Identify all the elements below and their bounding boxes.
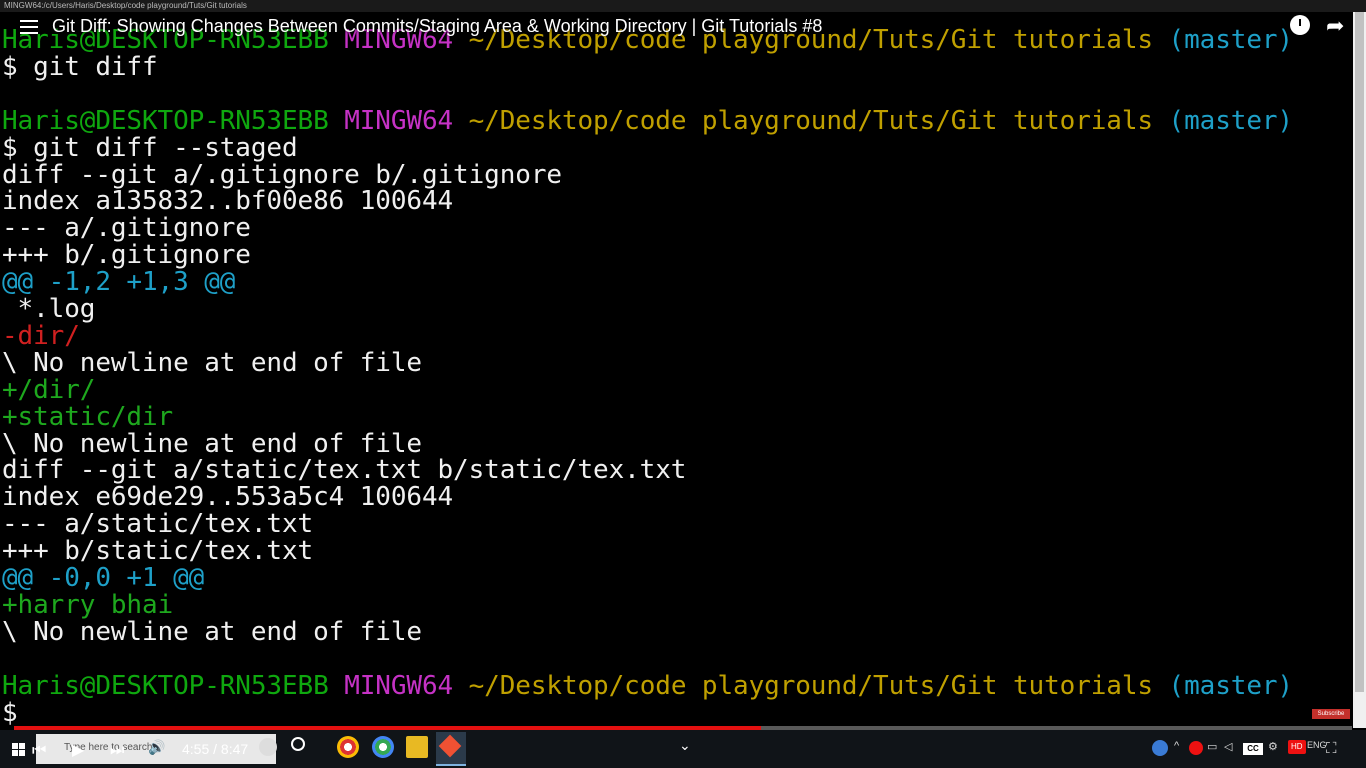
task-view-icon[interactable] xyxy=(291,737,305,751)
terminal-line: \ No newline at end of file xyxy=(2,347,422,378)
window-title: MINGW64:/c/Users/Haris/Desktop/code play… xyxy=(4,1,247,10)
file-explorer-icon[interactable] xyxy=(406,736,428,758)
language-indicator[interactable]: ENG xyxy=(1307,740,1327,750)
prompt-path: ~/Desktop/code playground/Tuts/Git tutor… xyxy=(468,105,1153,136)
prompt-user: Haris@DESKTOP-RN53EBB xyxy=(2,670,329,701)
prompt-line: Haris@DESKTOP-RN53EBB MINGW64 ~/Desktop/… xyxy=(2,105,1294,136)
speaker-icon[interactable]: ◁ xyxy=(1224,740,1232,753)
edge-icon[interactable] xyxy=(259,738,277,756)
terminal-line: -dir/ xyxy=(2,320,80,351)
terminal-line: +static/dir xyxy=(2,401,174,432)
prompt-user: Haris@DESKTOP-RN53EBB xyxy=(2,105,329,136)
terminal-line: @@ -0,0 +1 @@ xyxy=(2,563,205,593)
window-title-strip: MINGW64:/c/Users/Haris/Desktop/code play… xyxy=(0,0,1366,12)
terminal-line: $ git diff --staged xyxy=(2,132,298,163)
record-icon[interactable] xyxy=(1189,741,1203,755)
play-icon[interactable]: ▶ xyxy=(72,740,84,759)
terminal-line: @@ -1,2 +1,3 @@ xyxy=(2,267,236,298)
terminal-line: diff --git a/static/tex.txt b/static/tex… xyxy=(2,455,687,486)
hd-badge: HD xyxy=(1288,740,1306,754)
network-icon[interactable]: ▭ xyxy=(1207,740,1217,753)
fullscreen-icon[interactable]: ⛶ xyxy=(1326,740,1337,757)
help-icon[interactable] xyxy=(1152,740,1168,756)
git-bash-active-app[interactable] xyxy=(436,732,466,766)
share-icon[interactable]: ➦ xyxy=(1326,14,1344,39)
tray-chevron-icon[interactable]: ^ xyxy=(1174,740,1179,752)
terminal-line: +/dir/ xyxy=(2,374,96,405)
prompt-branch: (master) xyxy=(1168,670,1294,701)
terminal[interactable]: Haris@DESKTOP-RN53EBB MINGW64 ~/Desktop/… xyxy=(0,12,1353,728)
taskbar: Type here to search ⏮ ▶ ⏭ 🔊 4:55 / 8:47 … xyxy=(0,730,1366,768)
terminal-line: +++ b/.gitignore xyxy=(2,240,251,271)
prompt-path: ~/Desktop/code playground/Tuts/Git tutor… xyxy=(468,670,1153,701)
chrome-icon[interactable] xyxy=(337,736,359,758)
volume-icon[interactable]: 🔊 xyxy=(148,740,165,756)
playlist-menu-icon[interactable] xyxy=(20,20,38,34)
prompt-line: Haris@DESKTOP-RN53EBB MINGW64 ~/Desktop/… xyxy=(2,670,1294,701)
terminal-line: $ xyxy=(2,697,18,728)
prompt-branch: (master) xyxy=(1168,105,1294,136)
terminal-line: --- a/static/tex.txt xyxy=(2,509,314,540)
terminal-line: $ git diff xyxy=(2,51,158,82)
terminal-line: +harry bhai xyxy=(2,589,174,620)
terminal-line: diff --git a/.gitignore b/.gitignore xyxy=(2,159,562,190)
terminal-line: +++ b/static/tex.txt xyxy=(2,536,314,567)
prompt-shell: MINGW64 xyxy=(344,670,454,701)
scrollbar-thumb[interactable] xyxy=(1355,12,1364,692)
terminal-line: index a135832..bf00e86 100644 xyxy=(2,186,454,217)
next-video-icon[interactable]: ⏭ xyxy=(110,740,124,760)
video-title-bar: Git Diff: Showing Changes Between Commit… xyxy=(0,12,1366,42)
terminal-line: \ No newline at end of file xyxy=(2,428,422,459)
watch-later-icon[interactable] xyxy=(1290,15,1310,35)
windows-start-icon[interactable] xyxy=(8,730,28,768)
terminal-line: index e69de29..553a5c4 100644 xyxy=(2,482,454,513)
terminal-line: *.log xyxy=(2,294,96,324)
terminal-scrollbar[interactable] xyxy=(1353,12,1366,728)
video-time: 4:55 / 8:47 xyxy=(182,741,249,757)
chrome-alt-icon[interactable] xyxy=(372,736,394,758)
captions-button[interactable]: CC xyxy=(1243,743,1263,755)
subscribe-badge[interactable]: Subscribe xyxy=(1312,709,1350,719)
previous-video-icon[interactable]: ⏮ xyxy=(32,740,46,760)
prompt-shell: MINGW64 xyxy=(344,105,454,136)
git-bash-icon xyxy=(438,734,462,758)
video-title[interactable]: Git Diff: Showing Changes Between Commit… xyxy=(52,16,822,37)
terminal-line: \ No newline at end of file xyxy=(2,616,422,647)
settings-gear-icon[interactable]: ⚙ xyxy=(1268,740,1278,753)
terminal-line: --- a/.gitignore xyxy=(2,213,251,244)
chevron-down-icon[interactable]: ⌄ xyxy=(679,738,691,754)
